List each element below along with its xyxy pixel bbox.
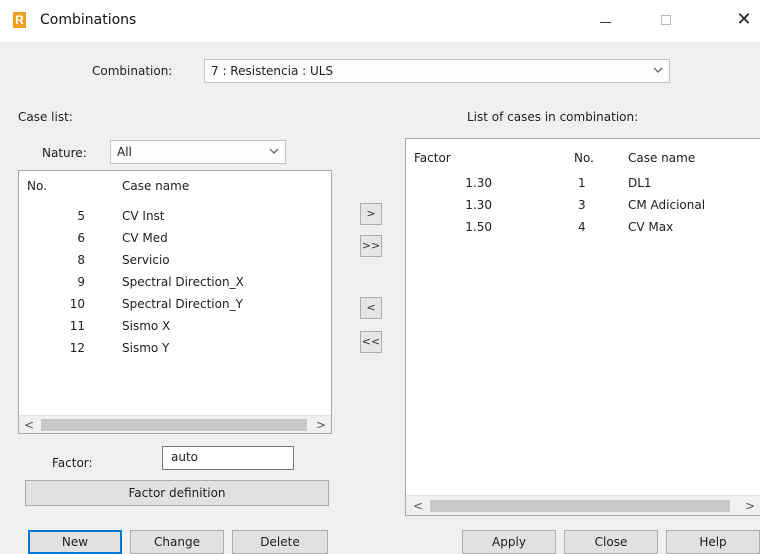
nature-label: Nature:: [42, 146, 87, 160]
table-row[interactable]: 1.50 4 CV Max: [406, 217, 756, 237]
factor-value: 1.30: [465, 198, 492, 212]
window-title: Combinations: [40, 12, 137, 28]
factor-value: 1.50: [465, 220, 492, 234]
close-button[interactable]: Close: [564, 530, 658, 554]
case-name: CV Med: [122, 231, 168, 245]
list-item[interactable]: 5 CV Inst: [19, 206, 309, 226]
combination-cases-label: List of cases in combination:: [467, 110, 639, 124]
case-number: 11: [69, 319, 85, 333]
scroll-left-icon[interactable]: <: [21, 417, 37, 433]
scrollbar-thumb[interactable]: [430, 500, 730, 512]
combination-value: 7 : Resistencia : ULS: [211, 64, 334, 78]
case-number: 3: [578, 198, 586, 212]
scroll-right-icon[interactable]: >: [742, 498, 758, 514]
case-name: Spectral Direction_Y: [122, 297, 243, 311]
nature-value: All: [117, 145, 132, 159]
new-button[interactable]: New: [28, 530, 122, 554]
list-item[interactable]: 11 Sismo X: [19, 316, 309, 336]
list-item[interactable]: 9 Spectral Direction_X: [19, 272, 309, 292]
horizontal-scrollbar[interactable]: < >: [406, 495, 760, 515]
combination-cases-box[interactable]: Factor No. Case name 1.30 1 DL1 1.30 3 C…: [405, 138, 760, 516]
list-item[interactable]: 8 Servicio: [19, 250, 309, 270]
chevron-down-icon: [651, 63, 665, 77]
maximize-button[interactable]: [646, 8, 686, 32]
case-number: 9: [77, 275, 85, 289]
column-header-factor: Factor: [414, 151, 451, 165]
list-item[interactable]: 10 Spectral Direction_Y: [19, 294, 309, 314]
column-header-case-name: Case name: [122, 179, 190, 193]
list-item[interactable]: 6 CV Med: [19, 228, 309, 248]
delete-button[interactable]: Delete: [232, 530, 328, 554]
horizontal-scrollbar[interactable]: < >: [19, 415, 331, 433]
column-header-case-name: Case name: [628, 151, 696, 165]
scrollbar-thumb[interactable]: [41, 419, 307, 431]
case-number: 5: [77, 209, 85, 223]
case-list-label: Case list:: [18, 110, 73, 124]
table-row[interactable]: 1.30 1 DL1: [406, 173, 756, 193]
case-name: Servicio: [122, 253, 170, 267]
change-button[interactable]: Change: [130, 530, 224, 554]
scroll-right-icon[interactable]: >: [313, 417, 329, 433]
factor-value: 1.30: [465, 176, 492, 190]
case-name: Spectral Direction_X: [122, 275, 244, 289]
factor-definition-button[interactable]: Factor definition: [25, 480, 329, 506]
factor-label: Factor:: [52, 456, 93, 470]
remove-all-cases-button[interactable]: <<: [360, 331, 382, 353]
add-all-cases-button[interactable]: >>: [360, 235, 382, 257]
combination-select[interactable]: 7 : Resistencia : ULS: [204, 59, 670, 83]
minimize-button[interactable]: [586, 8, 626, 32]
factor-input[interactable]: auto: [162, 446, 294, 470]
table-row[interactable]: 1.30 3 CM Adicional: [406, 195, 756, 215]
nature-select[interactable]: All: [110, 140, 286, 164]
chevron-down-icon: [267, 144, 281, 158]
column-header-no: No.: [574, 151, 594, 165]
case-number: 4: [578, 220, 586, 234]
scroll-left-icon[interactable]: <: [410, 498, 426, 514]
combination-label: Combination:: [92, 64, 173, 78]
case-name: CV Max: [628, 220, 674, 234]
case-number: 1: [578, 176, 586, 190]
remove-case-button[interactable]: <: [360, 297, 382, 319]
minimize-icon: [600, 22, 611, 23]
list-item[interactable]: 12 Sismo Y: [19, 338, 309, 358]
case-name: Sismo Y: [122, 341, 170, 355]
case-number: 6: [77, 231, 85, 245]
app-icon: R: [13, 12, 26, 28]
maximize-icon: [661, 15, 671, 25]
column-header-no: No.: [27, 179, 47, 193]
add-case-button[interactable]: >: [360, 203, 382, 225]
help-button[interactable]: Help: [666, 530, 760, 554]
case-number: 12: [69, 341, 85, 355]
close-icon: ✕: [736, 9, 752, 30]
case-number: 8: [77, 253, 85, 267]
case-name: CV Inst: [122, 209, 165, 223]
case-name: DL1: [628, 176, 652, 190]
case-name: Sismo X: [122, 319, 171, 333]
case-number: 10: [69, 297, 85, 311]
apply-button[interactable]: Apply: [462, 530, 556, 554]
case-name: CM Adicional: [628, 198, 706, 212]
close-window-button[interactable]: ✕: [724, 8, 760, 32]
case-list-box[interactable]: No. Case name 5 CV Inst 6 CV Med 8 Servi…: [18, 170, 332, 434]
